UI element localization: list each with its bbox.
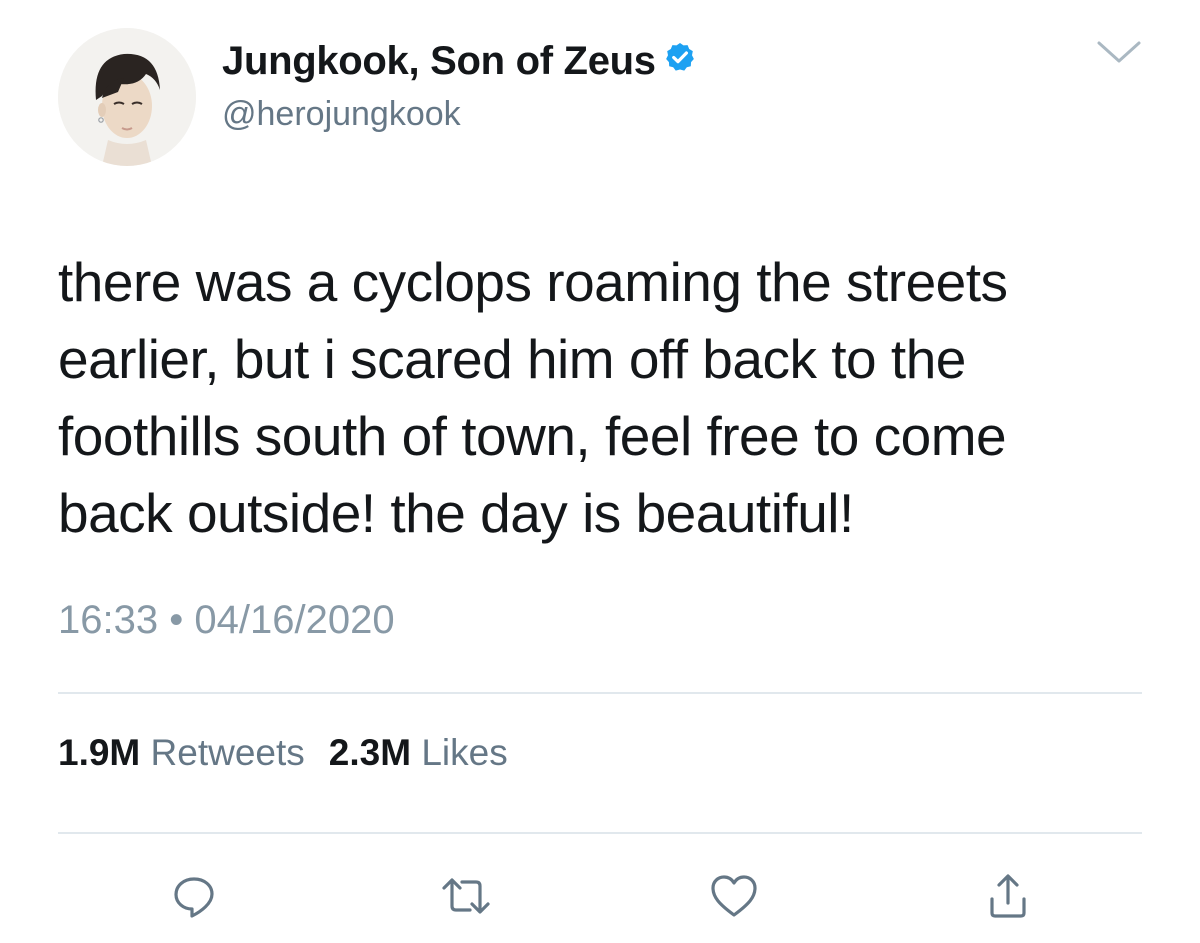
retweets-label: Retweets <box>150 732 305 773</box>
avatar[interactable] <box>58 28 196 166</box>
retweets-stat[interactable]: 1.9M Retweets <box>58 732 305 773</box>
retweet-button[interactable] <box>438 868 494 924</box>
divider <box>58 692 1142 694</box>
heart-icon <box>711 875 757 917</box>
tweet-text: there was a cyclops roaming the streets … <box>58 244 1158 552</box>
likes-stat[interactable]: 2.3M Likes <box>329 732 508 773</box>
reply-button[interactable] <box>166 868 222 924</box>
tweet-timestamp[interactable]: 16:33 • 04/16/2020 <box>58 596 395 644</box>
author-name-text: Jungkook, Son of Zeus <box>222 39 656 83</box>
tweet-line: back outside! the day is beautiful! <box>58 482 854 544</box>
tweet-line: foothills south of town, feel free to co… <box>58 405 1007 467</box>
author-handle[interactable]: @herojungkook <box>222 94 461 134</box>
likes-label: Likes <box>421 732 508 773</box>
chevron-down-icon[interactable] <box>1094 36 1144 66</box>
profile-photo <box>58 28 196 166</box>
tweet-stats: 1.9M Retweets 2.3M Likes <box>58 730 508 776</box>
author-display-name[interactable]: Jungkook, Son of Zeus <box>222 38 696 84</box>
retweet-icon <box>442 878 490 914</box>
share-button[interactable] <box>980 868 1036 924</box>
tweet-line: earlier, but i scared him off back to th… <box>58 328 966 390</box>
like-button[interactable] <box>706 868 762 924</box>
tweet-date: 04/16/2020 <box>194 598 395 642</box>
reply-icon <box>174 877 214 918</box>
divider <box>58 832 1142 834</box>
share-icon <box>990 874 1026 918</box>
retweets-count: 1.9M <box>58 732 141 773</box>
likes-count: 2.3M <box>328 732 412 773</box>
tweet-line: there was a cyclops roaming the streets <box>58 251 1008 313</box>
tweet-time: 16:33 <box>58 598 159 642</box>
verified-badge-icon <box>664 37 696 83</box>
timestamp-separator: • <box>169 598 184 642</box>
